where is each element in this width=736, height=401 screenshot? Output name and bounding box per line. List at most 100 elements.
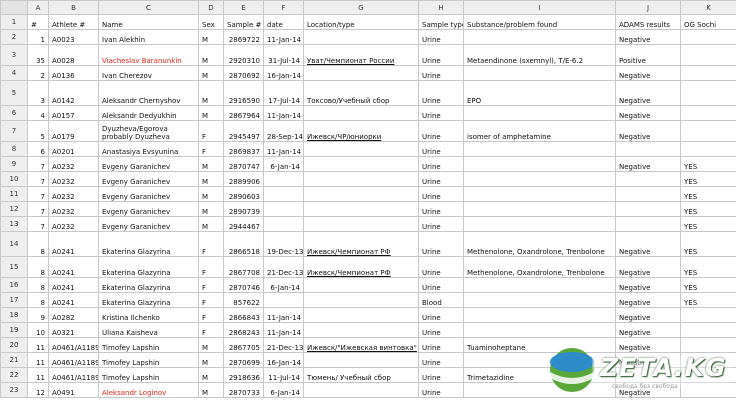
cell-name[interactable]: Ekaterina Glazyrina bbox=[98, 231, 199, 257]
cell-sample-number[interactable]: 2870692 bbox=[223, 65, 264, 81]
cell-name[interactable]: Ekaterina Glazyrina bbox=[98, 277, 199, 293]
cell-adams-result[interactable] bbox=[615, 201, 681, 217]
cell-og-sochi[interactable] bbox=[680, 141, 736, 157]
cell-sample-number[interactable]: 2890603 bbox=[223, 186, 264, 202]
cell-substance[interactable] bbox=[463, 65, 616, 81]
cell-index[interactable]: 4 bbox=[27, 105, 49, 121]
cell-sex[interactable]: M bbox=[198, 65, 224, 81]
row-header[interactable]: 17 bbox=[0, 292, 28, 308]
cell-sample-number[interactable]: 2890739 bbox=[223, 201, 264, 217]
cell-location[interactable] bbox=[303, 382, 419, 398]
cell-sample-number[interactable]: 2868243 bbox=[223, 322, 264, 338]
cell-name[interactable]: Ekaterina Glazyrina bbox=[98, 256, 199, 278]
header-cell[interactable]: date bbox=[263, 14, 304, 30]
cell-name[interactable]: Ekaterina Glazyrina bbox=[98, 292, 199, 308]
cell-name[interactable]: Evgeny Garanichev bbox=[98, 201, 199, 217]
cell-sample-number[interactable]: 2870747 bbox=[223, 156, 264, 172]
cell-date[interactable]: 28-Sep-14 bbox=[263, 120, 304, 142]
cell-sample-type[interactable]: Urine bbox=[418, 307, 464, 323]
cell-og-sochi[interactable]: YES bbox=[680, 292, 736, 308]
cell-sample-number[interactable]: 2916590 bbox=[223, 80, 264, 106]
cell-sample-type[interactable]: Urine bbox=[418, 80, 464, 106]
cell-og-sochi[interactable] bbox=[680, 322, 736, 338]
column-header[interactable]: I bbox=[463, 0, 616, 15]
cell-sex[interactable]: M bbox=[198, 201, 224, 217]
cell-og-sochi[interactable]: YES bbox=[680, 201, 736, 217]
cell-sample-number[interactable]: 2945497 bbox=[223, 120, 264, 142]
cell-og-sochi[interactable] bbox=[680, 44, 736, 66]
cell-sex[interactable]: F bbox=[198, 307, 224, 323]
cell-athlete-id[interactable]: A0179 bbox=[48, 120, 99, 142]
cell-location[interactable] bbox=[303, 292, 419, 308]
cell-sample-type[interactable]: Urine bbox=[418, 120, 464, 142]
cell-date[interactable] bbox=[263, 292, 304, 308]
cell-sex[interactable]: M bbox=[198, 216, 224, 232]
cell-index[interactable]: 8 bbox=[27, 292, 49, 308]
cell-location[interactable] bbox=[303, 171, 419, 187]
cell-substance[interactable] bbox=[463, 156, 616, 172]
row-header[interactable]: 5 bbox=[0, 80, 28, 106]
cell-sample-number[interactable]: 2870746 bbox=[223, 277, 264, 293]
cell-athlete-id[interactable]: A0232 bbox=[48, 201, 99, 217]
cell-sample-type[interactable]: Urine bbox=[418, 216, 464, 232]
cell-date[interactable]: 11-Jan-14 bbox=[263, 307, 304, 323]
cell-athlete-id[interactable]: A0232 bbox=[48, 216, 99, 232]
cell-sex[interactable]: M bbox=[198, 105, 224, 121]
cell-location[interactable]: Ижевск/Чемпионат РФ bbox=[303, 256, 419, 278]
cell-sex[interactable]: M bbox=[198, 29, 224, 45]
cell-athlete-id[interactable]: A0136 bbox=[48, 65, 99, 81]
cell-substance[interactable] bbox=[463, 201, 616, 217]
cell-location[interactable] bbox=[303, 141, 419, 157]
cell-sex[interactable]: F bbox=[198, 120, 224, 142]
cell-sex[interactable]: M bbox=[198, 156, 224, 172]
cell-location[interactable] bbox=[303, 156, 419, 172]
cell-athlete-id[interactable]: A0321 bbox=[48, 322, 99, 338]
header-cell[interactable]: Substance/problem found bbox=[463, 14, 616, 30]
cell-sample-number[interactable]: 2866518 bbox=[223, 231, 264, 257]
row-header[interactable]: 3 bbox=[0, 44, 28, 66]
cell-sex[interactable]: M bbox=[198, 367, 224, 383]
cell-athlete-id[interactable]: A0241 bbox=[48, 277, 99, 293]
row-header[interactable]: 13 bbox=[0, 216, 28, 232]
cell-name[interactable]: Timofey Lapshin bbox=[98, 352, 199, 368]
cell-sample-type[interactable]: Urine bbox=[418, 29, 464, 45]
cell-adams-result[interactable]: Negative bbox=[615, 307, 681, 323]
cell-date[interactable]: 21-Dec-13 bbox=[263, 337, 304, 353]
cell-substance[interactable] bbox=[463, 141, 616, 157]
cell-sample-number[interactable]: 2869722 bbox=[223, 29, 264, 45]
cell-sample-number[interactable]: 2867705 bbox=[223, 337, 264, 353]
cell-substance[interactable]: Methenolone, Oxandrolone, Trenbolone bbox=[463, 256, 616, 278]
cell-og-sochi[interactable]: YES bbox=[680, 156, 736, 172]
cell-index[interactable]: 2 bbox=[27, 65, 49, 81]
row-header[interactable]: 20 bbox=[0, 337, 28, 353]
cell-sample-number[interactable]: 2870733 bbox=[223, 382, 264, 398]
cell-index[interactable]: 8 bbox=[27, 277, 49, 293]
cell-location[interactable] bbox=[303, 201, 419, 217]
cell-og-sochi[interactable]: YES bbox=[680, 186, 736, 202]
cell-og-sochi[interactable]: YES bbox=[680, 216, 736, 232]
row-header[interactable]: 16 bbox=[0, 277, 28, 293]
cell-sample-number[interactable]: 2867964 bbox=[223, 105, 264, 121]
cell-adams-result[interactable]: Negative bbox=[615, 277, 681, 293]
cell-adams-result[interactable]: Negative bbox=[615, 156, 681, 172]
header-cell[interactable]: ADAMS results bbox=[615, 14, 681, 30]
cell-name[interactable]: Kristina Ilchenko bbox=[98, 307, 199, 323]
cell-sex[interactable]: M bbox=[198, 186, 224, 202]
cell-athlete-id[interactable]: A0232 bbox=[48, 156, 99, 172]
cell-location[interactable]: Ижевск/ЧР/юниорки bbox=[303, 120, 419, 142]
cell-location[interactable] bbox=[303, 186, 419, 202]
cell-og-sochi[interactable] bbox=[680, 65, 736, 81]
column-header[interactable]: F bbox=[263, 0, 304, 15]
cell-date[interactable]: 19-Dec-13 bbox=[263, 231, 304, 257]
cell-sample-type[interactable]: Urine bbox=[418, 352, 464, 368]
row-header[interactable]: 23 bbox=[0, 382, 28, 398]
cell-name[interactable]: Aleksandr Chernyshov bbox=[98, 80, 199, 106]
cell-substance[interactable] bbox=[463, 277, 616, 293]
cell-adams-result[interactable]: Negative bbox=[615, 120, 681, 142]
cell-athlete-id[interactable]: A0157 bbox=[48, 105, 99, 121]
cell-sample-number[interactable]: 2920310 bbox=[223, 44, 264, 66]
header-cell[interactable]: OG Sochi bbox=[680, 14, 736, 30]
cell-sample-type[interactable]: Urine bbox=[418, 337, 464, 353]
cell-sample-type[interactable]: Urine bbox=[418, 186, 464, 202]
cell-sample-number[interactable]: 2869837 bbox=[223, 141, 264, 157]
